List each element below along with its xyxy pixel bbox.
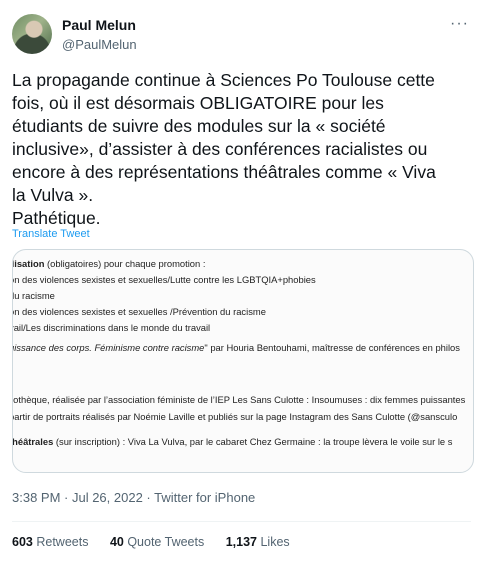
doc-line: on des violences sexistes et sexuelles /… xyxy=(12,306,266,317)
doc-line: liothèque, réalisée par l’association fé… xyxy=(12,394,466,405)
author-handle[interactable]: @PaulMelun xyxy=(62,37,137,52)
tweet-media-image[interactable]: ilisation (obligatoires) pour chaque pro… xyxy=(12,249,474,473)
doc-line: partir de portraits réalisés par Noémie … xyxy=(12,411,458,422)
likes-stat[interactable]: 1,137 Likes xyxy=(226,535,290,549)
doc-line: vail/Les discriminations dans le monde d… xyxy=(12,322,211,333)
doc-line: uissance des corps. Féminisme contre rac… xyxy=(12,342,460,353)
doc-line: théâtrales (sur inscription) : Viva La V… xyxy=(12,436,453,447)
doc-line: du racisme xyxy=(12,290,55,301)
more-icon[interactable]: ··· xyxy=(450,16,469,32)
tweet-timestamp[interactable]: 3:38 PM · Jul 26, 2022 · Twitter for iPh… xyxy=(12,490,255,505)
quote-tweets-stat[interactable]: 40 Quote Tweets xyxy=(110,535,204,549)
tweet-text: La propagande continue à Sciences Po Tou… xyxy=(12,70,436,228)
doc-line: ilisation (obligatoires) pour chaque pro… xyxy=(12,258,206,269)
divider xyxy=(12,521,471,522)
avatar[interactable] xyxy=(12,14,52,54)
author-name[interactable]: Paul Melun xyxy=(62,17,136,33)
retweets-stat[interactable]: 603 Retweets xyxy=(12,535,88,549)
doc-line: on des violences sexistes et sexuelles/L… xyxy=(12,274,316,285)
tweet-stats: 603 Retweets 40 Quote Tweets 1,137 Likes xyxy=(12,535,308,549)
translate-tweet-link[interactable]: Translate Tweet xyxy=(12,228,90,240)
